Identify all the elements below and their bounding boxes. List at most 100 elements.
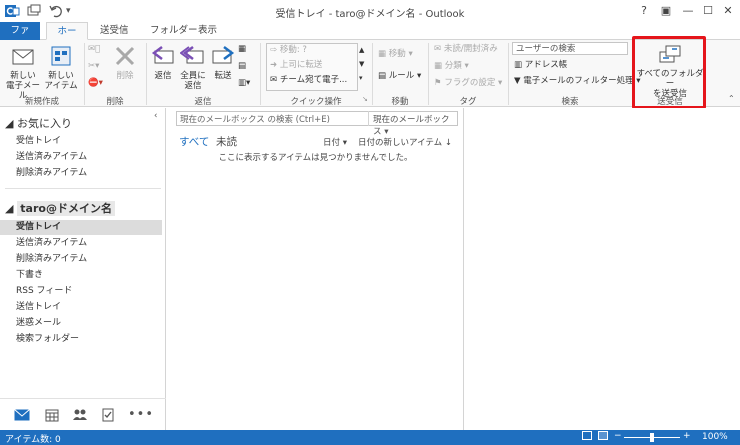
filter-all[interactable]: すべて [179,134,209,149]
minimize-button[interactable]: — [678,2,698,19]
highlight-box [632,36,706,109]
sort-order-toggle[interactable]: 日付の新しいアイテム ↓ [358,136,452,148]
address-book-button[interactable]: ▥ アドレス帳 [514,59,567,72]
maximize-button[interactable]: ☐ [698,2,718,19]
im-reply-icon[interactable]: ▤ [238,60,246,73]
favorite-item[interactable]: 削除済みアイテム [16,166,164,181]
new-mail-icon [12,49,34,65]
folder-item[interactable]: 削除済みアイテム [16,252,164,267]
quick-steps-more-icon[interactable]: ▾ [359,72,363,85]
more-nav-icon[interactable]: ••• [128,407,154,422]
delete-button[interactable]: 削除 [110,43,140,81]
ribbon: 新しい 電子メール 新しい アイテム 新規作成 ✉⃠ ✂▾ ⛔▾ 削除 削除 返… [0,40,740,107]
group-move-label: 移動 [391,97,409,107]
folder-item[interactable]: RSS フィード [16,284,164,299]
ribbon-tabs: ファイル ホーム 送受信 フォルダー 表示 [0,22,740,54]
followup-button[interactable]: ⚑ フラグの設定 ▾ [434,77,502,90]
move-button[interactable]: ▦ 移動 ▾ [378,48,413,61]
reply-all-label: 全員に 返信 [180,71,206,91]
collapse-ribbon-icon[interactable]: ⌃ [728,92,735,105]
reply-button[interactable]: 返信 [149,43,177,81]
help-button[interactable]: ? [634,2,654,19]
tab-view[interactable]: 表示 [190,22,225,40]
close-button[interactable]: ✕ [718,2,738,19]
meeting-reply-icon[interactable]: ▦ [238,43,246,56]
search-scope-dropdown[interactable]: 現在のメールボックス ▾ [373,113,457,137]
mail-nav-icon[interactable] [14,409,30,421]
zoom-out-icon[interactable]: − [614,431,622,441]
folder-item[interactable]: 送信済みアイテム [16,236,164,251]
tab-send-receive[interactable]: 送受信 [92,22,137,40]
search-people-placeholder: ユーザーの検索 [516,44,576,54]
forward-icon [212,46,235,64]
zoom-slider-thumb[interactable] [650,433,654,442]
sort-by-dropdown[interactable]: 日付 ▾ [323,136,347,148]
favorite-item[interactable]: 受信トレイ [16,134,164,149]
tab-home[interactable]: ホーム [46,22,88,54]
ribbon-display-button[interactable]: ▣ [656,2,676,19]
search-people-input[interactable]: ユーザーの検索 [512,42,628,55]
filter-unread[interactable]: 未読 [216,134,237,149]
folder-pane: ‹ ◢ お気に入り 受信トレイ 送信済みアイテム 削除済みアイテム ◢ taro… [0,108,166,430]
message-list-pane: 現在のメールボックス の検索 (Ctrl+E) 現在のメールボックス ▾ すべて… [167,108,464,430]
zoom-in-icon[interactable]: + [683,431,691,441]
ignore-icon[interactable]: ✉⃠ [88,43,100,56]
collapse-folder-pane-icon[interactable]: ‹ [154,110,157,123]
reply-all-button[interactable]: 全員に 返信 [178,43,208,91]
new-items-icon [51,46,71,66]
delete-icon [115,46,135,66]
folder-item[interactable]: 送信トレイ [16,300,164,315]
folder-item[interactable]: 検索フォルダー [16,332,164,347]
group-respond-label: 返信 [194,97,212,107]
quick-step-team[interactable]: ✉ チーム宛て電子... [270,74,347,87]
tab-file[interactable]: ファイル [0,22,40,53]
group-delete-label: 削除 [106,97,124,107]
navigation-bar: ••• [0,398,166,430]
normal-view-icon[interactable] [582,431,592,440]
account-header[interactable]: ◢ taro@ドメイン名 [5,200,115,216]
folder-item[interactable]: 受信トレイ [0,220,162,235]
quick-steps-scroll-down-icon[interactable]: ▼ [359,58,364,71]
group-find-label: 検索 [561,97,579,107]
quick-step-to-manager[interactable]: ➜ 上司に転送 [270,59,322,72]
unread-read-button[interactable]: ✉ 未読/開封済み [434,43,498,56]
item-count: アイテム数: 0 [5,435,61,445]
reply-all-icon [180,46,204,64]
group-quick-steps-label: クイック操作 [290,97,342,107]
tasks-nav-icon[interactable] [102,407,114,422]
calendar-nav-icon[interactable] [45,408,59,422]
quick-steps-launcher-icon[interactable]: ↘ [362,93,368,106]
folder-item[interactable]: 迷惑メール [16,316,164,331]
favorites-title: お気に入り [16,117,72,130]
junk-icon[interactable]: ⛔▾ [88,77,103,90]
followup-label: フラグの設定 [444,78,496,88]
cleanup-icon[interactable]: ✂▾ [88,60,99,73]
search-box[interactable]: 現在のメールボックス の検索 (Ctrl+E) 現在のメールボックス ▾ [176,111,458,137]
folder-item[interactable]: 下書き [16,268,164,283]
categorize-button[interactable]: ▦ 分類 ▾ [434,60,469,73]
people-nav-icon[interactable] [72,408,88,422]
empty-list-message: ここに表示するアイテムは見つかりませんでした。 [218,153,413,163]
reading-view-icon[interactable] [598,431,608,440]
zoom-level[interactable]: 100% [702,432,728,442]
quick-step-to-manager-label: 上司に転送 [279,60,323,70]
forward-button[interactable]: 転送 [209,43,237,81]
quick-steps-scroll-up-icon[interactable]: ▲ [359,44,364,57]
new-items-button[interactable]: 新しい アイテム [44,43,78,91]
sort-by-label: 日付 [323,138,341,148]
rules-button[interactable]: ▤ ルール ▾ [378,70,421,83]
filter-email-button[interactable]: ▼ 電子メールのフィルター処理 ▾ [514,75,641,88]
search-input[interactable]: 現在のメールボックス の検索 (Ctrl+E) [180,113,330,125]
move-label: 移動 [388,49,406,59]
favorites-header[interactable]: ◢ お気に入り [5,115,72,131]
window-title: 受信トレイ - taro@ドメイン名 - Outlook [275,9,465,20]
rules-label: ルール [388,71,415,81]
sort-order-label: 日付の新しいアイテム [358,138,443,148]
quick-step-move[interactable]: ⇨ 移動: ? [270,44,307,57]
reading-pane [465,108,740,430]
more-respond-icon[interactable]: ▥▾ [238,77,250,90]
status-bar: アイテム数: 0 − + 100% [0,430,740,445]
account-title: taro@ドメイン名 [17,201,115,216]
new-mail-button[interactable]: 新しい 電子メール [4,43,42,101]
favorite-item[interactable]: 送信済みアイテム [16,150,164,165]
